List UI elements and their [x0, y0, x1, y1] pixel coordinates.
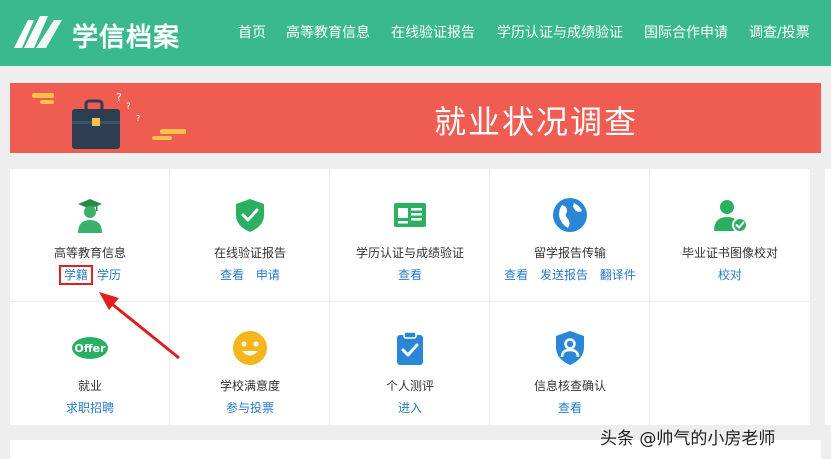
link-vote[interactable]: 参与投票	[226, 401, 274, 415]
service-title: 留学报告传输	[533, 246, 606, 260]
link-enter[interactable]: 进入	[398, 401, 422, 415]
shield-check-icon	[236, 199, 264, 232]
graduate-icon	[78, 199, 102, 233]
svg-text:?: ?	[126, 102, 131, 112]
link-apply[interactable]: 申请	[256, 268, 280, 282]
annotation-arrow-icon	[99, 292, 180, 360]
link-send-report[interactable]: 发送报告	[540, 268, 588, 282]
right-panel-edge	[825, 169, 831, 425]
link-view[interactable]: 查看	[398, 268, 422, 282]
service-title: 学校满意度	[219, 379, 280, 393]
link-degree[interactable]: 学历	[97, 268, 121, 282]
service-certificate-image-check: 毕业证书图像校对 校对	[650, 169, 810, 302]
nav-survey-vote[interactable]: 调查/投票	[749, 22, 810, 42]
survey-banner[interactable]: ? ? ? 就业状况调查	[10, 83, 821, 153]
banner-title: 就业状况调查	[434, 103, 639, 141]
svg-text:?: ?	[116, 91, 122, 104]
briefcase-illustration-icon: ? ? ?	[32, 91, 186, 149]
nav-online-verification[interactable]: 在线验证报告	[391, 22, 475, 42]
service-personal-assessment: 个人测评 进入	[330, 302, 490, 435]
link-translation[interactable]: 翻译件	[600, 268, 636, 282]
link-job-search[interactable]: 求职招聘	[66, 401, 114, 415]
service-title: 信息核查确认	[533, 379, 606, 393]
link-view[interactable]: 查看	[504, 268, 528, 282]
nav-international[interactable]: 国际合作申请	[644, 22, 728, 42]
watermark: 头条 @帅气的小房老师	[600, 429, 776, 449]
service-title: 个人测评	[385, 379, 434, 393]
service-degree-certification: 学历认证与成绩验证 查看	[330, 169, 490, 302]
service-online-verification: 在线验证报告 查看 申请	[170, 169, 330, 302]
service-title: 学历认证与成绩验证	[355, 246, 464, 260]
globe-icon	[553, 198, 587, 232]
service-study-abroad-report: 留学报告传输 查看 发送报告 翻译件	[490, 169, 650, 302]
link-student-status[interactable]: 学籍	[58, 265, 93, 285]
nav-home[interactable]: 首页	[238, 22, 266, 42]
user-shield-icon	[556, 331, 584, 365]
smiley-icon	[233, 331, 267, 365]
clipboard-check-icon	[397, 331, 423, 365]
nav-degree-certification[interactable]: 学历认证与成绩验证	[497, 22, 623, 42]
service-title: 在线验证报告	[213, 246, 286, 260]
nav-higher-education[interactable]: 高等教育信息	[286, 22, 370, 42]
service-title: 高等教育信息	[53, 246, 126, 260]
link-view[interactable]: 查看	[220, 268, 244, 282]
svg-text:?: ?	[136, 114, 140, 123]
id-card-icon	[394, 203, 426, 227]
user-check-icon	[714, 200, 748, 233]
logo-icon	[14, 16, 62, 48]
service-info-verification: 信息核查确认 查看	[490, 302, 650, 435]
brand-name[interactable]: 学信档案	[72, 17, 180, 54]
top-header: 学信档案 首页 高等教育信息 在线验证报告 学历认证与成绩验证 国际合作申请 调…	[0, 0, 831, 66]
service-title: 就业	[77, 379, 102, 393]
service-title: 毕业证书图像校对	[681, 246, 778, 260]
service-higher-education: 高等教育信息 学籍 学历	[10, 169, 170, 302]
link-proofread[interactable]: 校对	[718, 268, 742, 282]
link-view[interactable]: 查看	[558, 401, 582, 415]
service-school-satisfaction: 学校满意度 参与投票	[170, 302, 330, 435]
empty-cell	[650, 302, 810, 435]
